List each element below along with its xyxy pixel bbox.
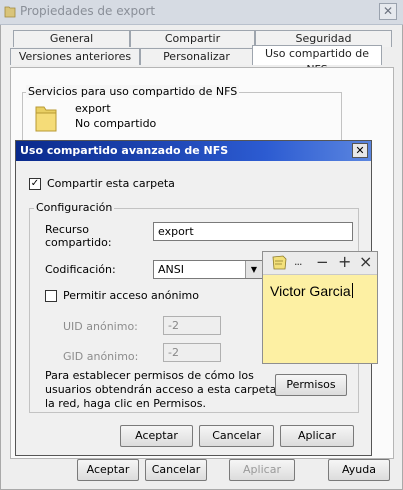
back-help-button[interactable]: Ayuda (328, 459, 390, 481)
encoding-label: Codificación: (45, 263, 116, 276)
permissions-text-3: la red, haga clic en Permisos. (45, 397, 206, 410)
close-icon[interactable]: × (359, 252, 372, 271)
share-folder-checkbox[interactable]: ✓ (29, 178, 41, 190)
accept-button[interactable]: Aceptar (120, 425, 193, 447)
encoding-select[interactable]: ANSI ▼ (153, 260, 263, 279)
back-apply-button[interactable]: Aplicar (229, 459, 295, 481)
properties-close-button[interactable]: ✕ (379, 3, 397, 20)
more-options-icon[interactable]: ... (294, 255, 302, 268)
services-group-label: Servicios para uso compartido de NFS (26, 85, 240, 98)
sticky-note-icon (272, 255, 287, 270)
uid-label: UID anónimo: (63, 320, 138, 333)
anonymous-access-label: Permitir acceso anónimo (63, 289, 199, 302)
gid-label: GID anónimo: (63, 350, 139, 363)
share-status: No compartido (75, 117, 157, 130)
tab-general[interactable]: General (13, 30, 130, 47)
tab-versiones-anteriores[interactable]: Versiones anteriores (10, 48, 140, 65)
back-accept-button[interactable]: Aceptar (77, 459, 139, 481)
permissions-text-2: usuarios obtendrán acceso a esta carpeta… (45, 383, 294, 396)
minimize-icon[interactable]: − (316, 253, 329, 271)
nfs-dialog-close-button[interactable]: ✕ (352, 143, 368, 158)
tab-uso-compartido-nfs[interactable]: Uso compartido de NFS (252, 45, 382, 76)
properties-titlebar[interactable]: Propiedades de export (0, 0, 403, 25)
cancel-button[interactable]: Cancelar (199, 425, 274, 447)
resource-input[interactable]: export (153, 222, 353, 241)
nfs-dialog-titlebar[interactable]: Uso compartido avanzado de NFS ✕ (16, 141, 371, 161)
back-cancel-button[interactable]: Cancelar (145, 459, 207, 481)
folder-icon (35, 106, 57, 132)
gid-input[interactable]: -2 (163, 343, 221, 362)
tab-personalizar[interactable]: Personalizar (140, 48, 253, 65)
share-folder-label: Compartir esta carpeta (47, 177, 175, 190)
add-note-icon[interactable]: + (338, 252, 351, 271)
chevron-down-icon[interactable]: ▼ (245, 261, 262, 278)
permissions-text-1: Para establecer permisos de cómo los (45, 369, 254, 382)
sticky-note-text[interactable]: Victor Garcia (270, 283, 353, 299)
apply-button[interactable]: Aplicar (280, 425, 354, 447)
sticky-note[interactable]: ... − + × Victor Garcia (262, 251, 378, 364)
text-caret (351, 283, 353, 298)
permissions-button[interactable]: Permisos (275, 374, 347, 396)
anonymous-access-checkbox[interactable] (45, 290, 57, 302)
sticky-note-toolbar: ... − + × (263, 252, 377, 275)
folder-icon (4, 6, 16, 18)
tab-compartir[interactable]: Compartir (130, 30, 255, 47)
uid-input[interactable]: -2 (163, 316, 221, 335)
resource-label-1: Recurso (45, 223, 89, 236)
resource-label-2: compartido: (45, 236, 112, 249)
nfs-dialog-title: Uso compartido avanzado de NFS (20, 144, 229, 157)
share-name: export (75, 102, 111, 115)
config-group-label: Configuración (34, 201, 115, 214)
properties-title: Propiedades de export (20, 4, 156, 18)
